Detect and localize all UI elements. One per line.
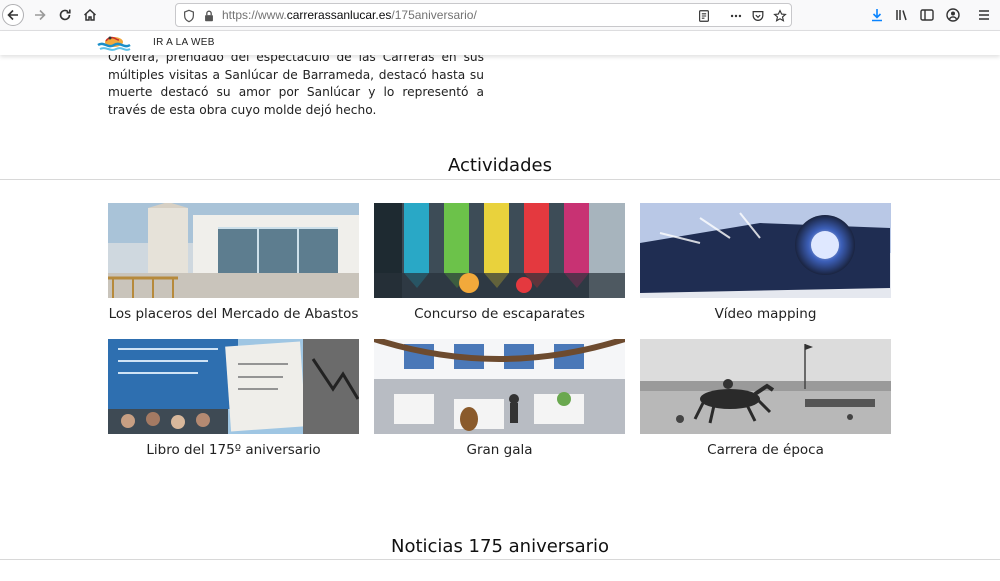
libro-photo[interactable] [108,339,359,434]
escaparates-photo[interactable] [374,203,625,298]
lock-icon[interactable] [201,8,217,24]
reload-icon [59,9,71,21]
downloads-button[interactable] [866,4,888,26]
activity-card-carrera-epoca[interactable]: Carrera de época [640,339,891,458]
url-prefix: https://www. [222,8,287,22]
activity-card-libro[interactable]: Libro del 175º aniversario [108,339,359,458]
pocket-icon[interactable] [750,8,766,24]
hamburger-menu-icon [979,10,989,20]
library-button[interactable] [891,4,913,26]
home-icon [83,8,97,21]
activity-label[interactable]: Gran gala [374,442,625,458]
intro-paragraph: Oliveira, prendado del espectáculo de la… [108,50,484,117]
account-button[interactable] [942,4,964,26]
activity-label[interactable]: Libro del 175º aniversario [108,442,359,458]
browser-toolbar: https://www.carrerassanlucar.es/175anive… [0,0,1000,31]
download-arrow-icon [872,9,882,22]
bookmark-star-icon[interactable] [772,8,788,24]
sidebar-button[interactable] [916,4,938,26]
site-header: IR A LA WEB [0,31,1000,55]
library-icon [896,10,907,21]
arrow-left-icon [7,9,18,21]
mercado-photo[interactable] [108,203,359,298]
activity-label[interactable]: Concurso de escaparates [374,306,625,322]
reload-button[interactable] [54,4,76,26]
gala-photo[interactable] [374,339,625,434]
video-mapping-photo[interactable] [640,203,891,298]
home-button[interactable] [79,4,101,26]
activity-card-video-mapping[interactable]: Vídeo mapping [640,203,891,322]
forward-button[interactable] [29,4,51,26]
activity-label[interactable]: Los placeros del Mercado de Abastos [108,306,359,322]
section-divider [0,559,1000,560]
carrera-epoca-photo[interactable] [640,339,891,434]
activity-card-placeros[interactable]: Los placeros del Mercado de Abastos [108,203,359,322]
url-text[interactable]: https://www.carrerassanlucar.es/175anive… [222,8,477,22]
activity-card-gala[interactable]: Gran gala [374,339,625,458]
url-path: /175aniversario/ [391,8,477,22]
activity-card-escaparates[interactable]: Concurso de escaparates [374,203,625,322]
go-to-website-link[interactable]: IR A LA WEB [153,37,215,48]
account-icon [946,8,960,22]
menu-button[interactable] [973,4,995,26]
arrow-right-icon [35,9,46,21]
address-bar[interactable]: https://www.carrerassanlucar.es/175anive… [175,3,792,27]
news-title: Noticias 175 aniversario [390,536,610,557]
shield-icon[interactable] [181,8,197,24]
back-button[interactable] [2,4,24,26]
activity-label[interactable]: Vídeo mapping [640,306,891,322]
activities-title: Actividades [448,155,552,176]
url-host: carrerassanlucar.es [286,8,392,22]
more-actions-icon[interactable] [728,8,744,24]
activity-label[interactable]: Carrera de época [640,442,891,458]
carreras-logo[interactable] [96,31,132,55]
reader-view-icon[interactable] [696,8,712,24]
section-divider [0,179,1000,180]
sidebar-icon [920,9,934,21]
